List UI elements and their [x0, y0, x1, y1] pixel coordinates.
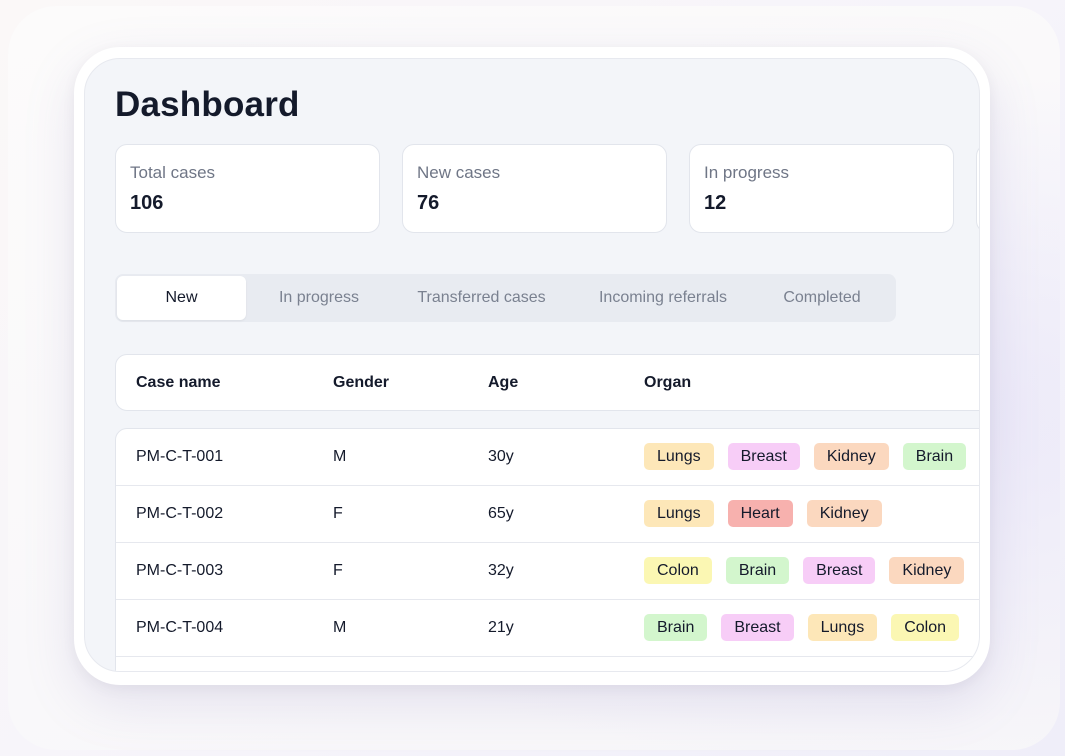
gender: F	[333, 505, 343, 522]
case-name: PM-C-T-001	[136, 448, 224, 465]
stat-label: Total cases	[130, 163, 216, 182]
stat-value: 12	[704, 192, 727, 214]
case-name: PM-C-T-002	[136, 505, 224, 522]
column-header-organ[interactable]: Organ	[644, 374, 691, 392]
column-header-case-name[interactable]: Case name	[136, 374, 221, 392]
organ-tag: Breast	[803, 557, 876, 584]
table-row[interactable]: PM-C-T-004 M 21y Brain Breast Lungs Colon	[116, 600, 979, 657]
page-title: Dashboard	[115, 85, 300, 124]
organ-tags: Colon Brain Breast Kidney	[644, 557, 978, 584]
organ-tag: Kidney	[813, 443, 889, 470]
tab-incoming-referrals[interactable]: Incoming referrals	[583, 276, 743, 320]
stat-label: In progress	[704, 163, 790, 182]
age: 21y	[488, 619, 514, 636]
stat-value: 106	[130, 192, 164, 214]
tab-new[interactable]: New	[117, 276, 246, 320]
age: 32y	[488, 562, 514, 579]
gender: M	[333, 448, 347, 465]
organ-tag: Brain	[902, 443, 967, 470]
table-row[interactable]	[116, 657, 979, 671]
organ-tags: Brain Breast Lungs Colon	[644, 614, 973, 641]
cases-table: PM-C-T-001 M 30y Lungs Breast Kidney Brain …	[115, 428, 979, 671]
column-header-age[interactable]: Age	[488, 374, 518, 392]
organ-tag: Lungs	[644, 443, 714, 470]
case-name: PM-C-T-003	[136, 562, 224, 579]
stat-card-total-cases: Total cases 106	[115, 144, 380, 233]
organ-tag: Kidney	[806, 500, 882, 527]
gender: M	[333, 619, 347, 636]
tab-completed[interactable]: Completed	[763, 276, 881, 320]
gender: F	[333, 562, 343, 579]
organ-tags: Lungs Heart Kidney	[644, 500, 896, 527]
organ-tag: Breast	[721, 614, 794, 641]
organ-tag: Brain	[725, 557, 790, 584]
dashboard-screen: Dashboard Total cases 106 New cases 76 I…	[84, 58, 980, 672]
tab-in-progress[interactable]: In progress	[251, 276, 387, 320]
organ-tag: Lungs	[807, 614, 878, 641]
organ-tag: Breast	[727, 443, 800, 470]
age: 65y	[488, 505, 514, 522]
organ-tag: Kidney	[889, 557, 965, 584]
age: 30y	[488, 448, 514, 465]
column-header-gender[interactable]: Gender	[333, 374, 389, 392]
organ-tag: Colon	[891, 614, 960, 641]
stat-label: New cases	[417, 163, 501, 182]
table-row[interactable]: PM-C-T-003 F 32y Colon Brain Breast Kidney	[116, 543, 979, 600]
organ-tag: Brain	[644, 614, 708, 641]
table-header: Case name Gender Age Organ	[115, 354, 979, 411]
stat-value: 76	[417, 192, 440, 214]
case-name: PM-C-T-004	[136, 619, 224, 636]
stat-card-in-progress: In progress 12	[689, 144, 954, 233]
organ-tags: Lungs Breast Kidney Brain	[644, 443, 979, 470]
table-row[interactable]: PM-C-T-001 M 30y Lungs Breast Kidney Brain	[116, 429, 979, 486]
organ-tag: Colon	[644, 557, 712, 584]
case-tabs: New In progress Transferred cases Incomi…	[115, 274, 896, 322]
organ-tag: Heart	[727, 500, 793, 527]
stat-card-new-cases: New cases 76	[402, 144, 667, 233]
table-row[interactable]: PM-C-T-002 F 65y Lungs Heart Kidney	[116, 486, 979, 543]
tab-transferred-cases[interactable]: Transferred cases	[403, 276, 560, 320]
organ-tag: Lungs	[644, 500, 714, 527]
stat-card-partial	[976, 144, 979, 233]
